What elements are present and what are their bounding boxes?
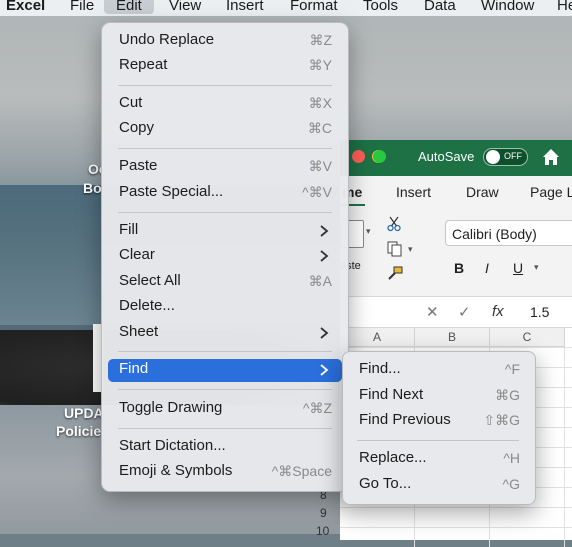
chevron-right-icon	[320, 225, 329, 237]
menu-bar: Excel File Edit View Insert Format Tools…	[0, 0, 572, 16]
scissors-icon[interactable]	[387, 216, 401, 237]
menu-item-toggle-drawing[interactable]: Toggle Drawing ^⌘Z	[108, 398, 342, 421]
checkmark-icon[interactable]: ✓	[458, 303, 471, 321]
menu-data[interactable]: Data	[424, 0, 456, 14]
menu-tools[interactable]: Tools	[363, 0, 398, 14]
tab-draw[interactable]: Draw	[466, 184, 499, 200]
menu-separator	[118, 351, 332, 352]
chevron-right-icon	[320, 364, 329, 376]
menu-item-paste-special[interactable]: Paste Special... ^⌘V	[108, 182, 342, 205]
zoom-window-button[interactable]	[373, 150, 386, 163]
menu-item-emoji-symbols[interactable]: Emoji & Symbols ^⌘Space	[108, 461, 342, 484]
font-name-field[interactable]: Calibri (Body)	[445, 220, 572, 246]
menu-edit[interactable]: Edit	[104, 0, 154, 14]
menu-separator	[357, 440, 519, 441]
menu-item-clear[interactable]: Clear	[108, 245, 342, 268]
autosave-state: OFF	[504, 151, 522, 161]
column-header-b[interactable]: B	[415, 328, 490, 347]
chevron-down-icon[interactable]: ▾	[534, 262, 539, 273]
menu-item-paste[interactable]: Paste ⌘V	[108, 156, 342, 179]
menu-item-fill[interactable]: Fill	[108, 220, 342, 243]
underline-button[interactable]: U	[513, 260, 523, 276]
column-header-c[interactable]: C	[490, 328, 565, 347]
menu-format[interactable]: Format	[290, 0, 338, 14]
menu-item-sheet[interactable]: Sheet	[108, 322, 342, 345]
menu-separator	[118, 428, 332, 429]
formula-input[interactable]: 1.5	[530, 304, 549, 320]
submenu-item-find-next[interactable]: Find Next ⌘G	[348, 385, 530, 408]
excel-titlebar: AutoSave OFF	[340, 140, 572, 176]
find-submenu: Find... ^F Find Next ⌘G Find Previous ⇧⌘…	[342, 351, 536, 505]
menu-separator	[118, 212, 332, 213]
menu-item-repeat[interactable]: Repeat ⌘Y	[108, 55, 342, 78]
desktop-icon-label[interactable]: Policie	[56, 423, 101, 439]
menu-separator	[118, 389, 332, 390]
submenu-item-find-previous[interactable]: Find Previous ⇧⌘G	[348, 410, 530, 433]
chevron-right-icon	[320, 250, 329, 262]
desktop-icon-label[interactable]: UPDA	[64, 405, 104, 421]
formula-bar: ✕ ✓ fx 1.5	[340, 297, 572, 328]
menu-item-undo-replace[interactable]: Undo Replace ⌘Z	[108, 30, 342, 53]
menu-view[interactable]: View	[169, 0, 201, 14]
ribbon-tabs: me Insert Draw Page L	[340, 176, 572, 206]
menu-item-copy[interactable]: Copy ⌘C	[108, 118, 342, 141]
home-icon[interactable]	[540, 146, 562, 173]
autosave-toggle[interactable]: OFF	[483, 148, 528, 166]
submenu-item-replace[interactable]: Replace... ^H	[348, 448, 530, 471]
tab-insert[interactable]: Insert	[396, 184, 431, 200]
menu-item-cut[interactable]: Cut ⌘X	[108, 93, 342, 116]
italic-button[interactable]: I	[485, 260, 489, 276]
menu-separator	[118, 148, 332, 149]
format-painter-icon[interactable]	[386, 264, 404, 287]
menu-insert[interactable]: Insert	[226, 0, 264, 14]
autosave-label: AutoSave	[418, 149, 475, 164]
copy-icon[interactable]	[386, 240, 404, 263]
function-icon[interactable]: fx	[492, 303, 504, 320]
menu-window[interactable]: Window	[481, 0, 534, 14]
submenu-item-go-to[interactable]: Go To... ^G	[348, 474, 530, 497]
ribbon-home: ▾ aste ▾ Calibri (Body) B I U ▾	[340, 206, 572, 297]
menu-item-start-dictation[interactable]: Start Dictation...	[108, 436, 342, 459]
desktop-icon-label[interactable]: Bo	[83, 180, 102, 196]
close-window-button[interactable]	[352, 150, 365, 163]
submenu-item-find[interactable]: Find... ^F	[348, 359, 530, 382]
edit-menu: Undo Replace ⌘Z Repeat ⌘Y Cut ⌘X Copy ⌘C…	[101, 22, 349, 492]
menu-item-find[interactable]: Find	[108, 359, 342, 382]
toggle-knob	[486, 150, 500, 164]
menu-help[interactable]: He	[557, 0, 572, 14]
menu-app-excel[interactable]: Excel	[6, 0, 45, 14]
column-header-a[interactable]: A	[340, 328, 415, 347]
menu-file[interactable]: File	[70, 0, 94, 14]
menu-item-delete[interactable]: Delete...	[108, 296, 342, 319]
menu-item-select-all[interactable]: Select All ⌘A	[108, 271, 342, 294]
chevron-down-icon[interactable]: ▾	[408, 244, 413, 255]
bold-button[interactable]: B	[454, 260, 464, 276]
chevron-down-icon[interactable]: ▾	[366, 226, 371, 237]
menu-separator	[118, 85, 332, 86]
tab-page-layout[interactable]: Page L	[530, 184, 572, 200]
chevron-right-icon	[320, 327, 329, 339]
cancel-icon[interactable]: ✕	[426, 303, 439, 321]
